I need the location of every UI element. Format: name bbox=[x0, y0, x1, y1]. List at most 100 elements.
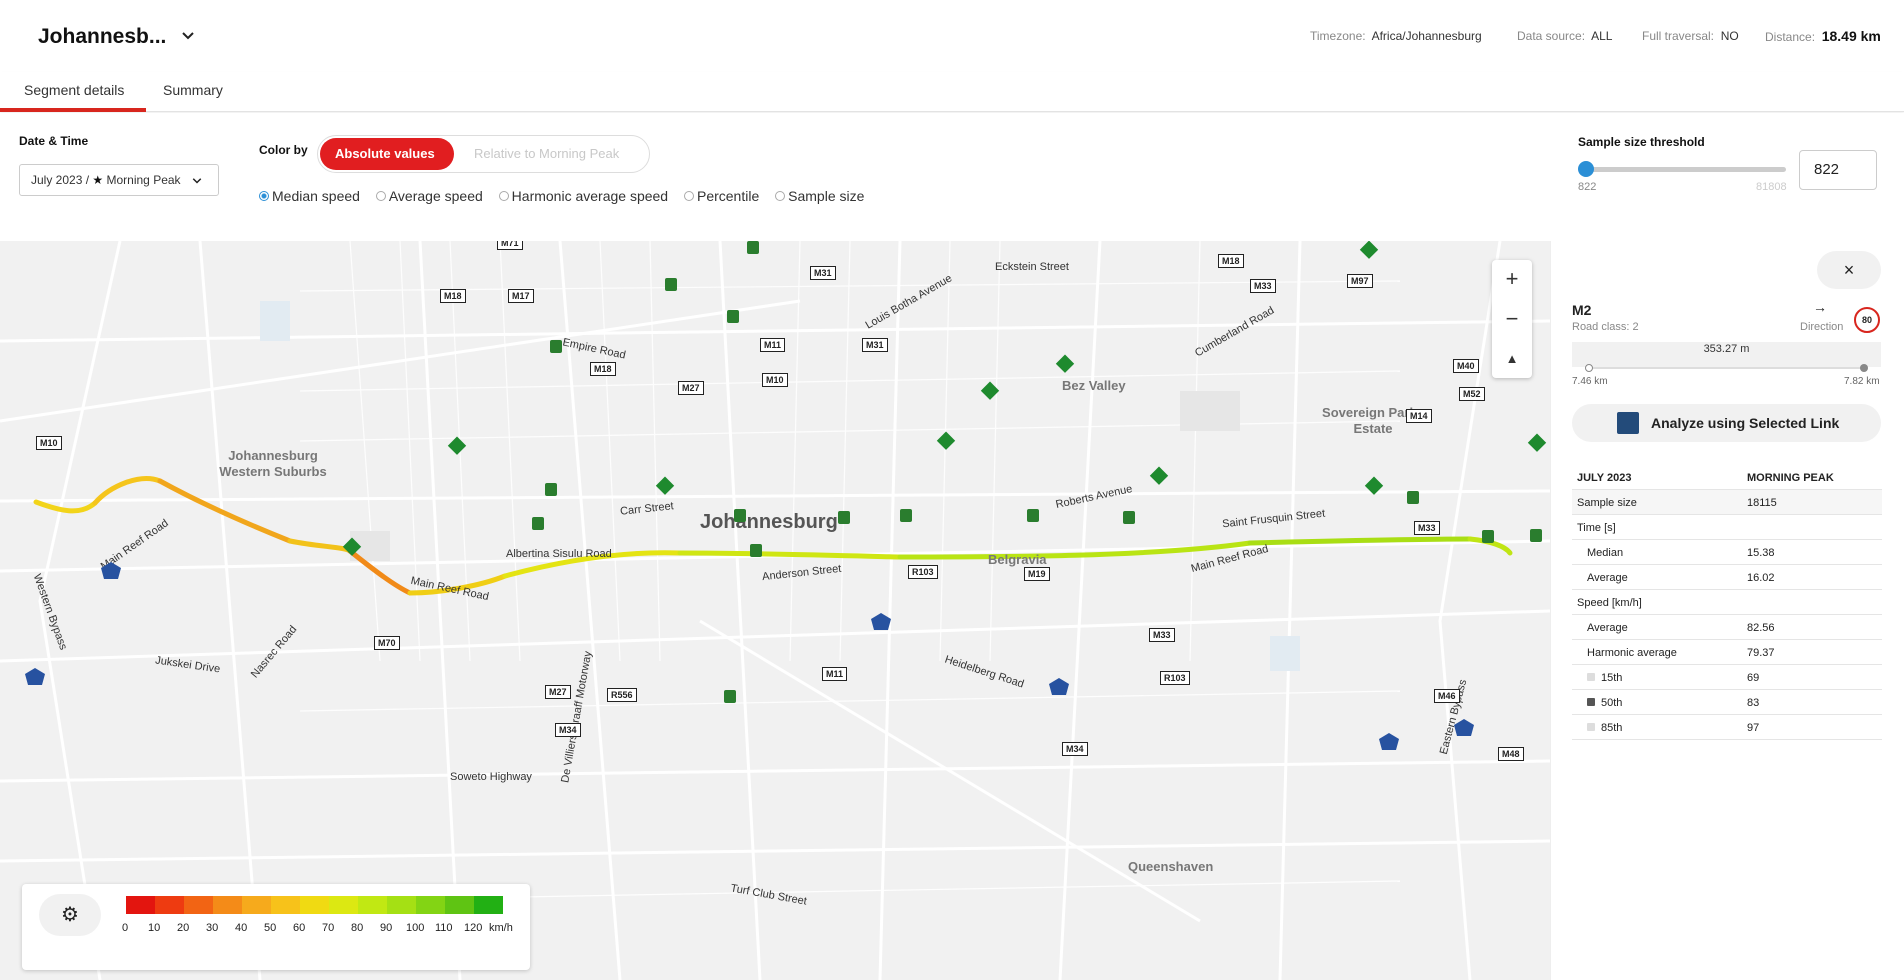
legend-swatch bbox=[155, 896, 184, 914]
row-label: 50th bbox=[1587, 697, 1622, 709]
legend-label: 30 bbox=[206, 922, 219, 934]
radio-label: Average speed bbox=[388, 188, 483, 204]
threshold-label: Sample size threshold bbox=[1578, 135, 1705, 149]
traversal-value: NO bbox=[1720, 29, 1739, 43]
city-selector-label[interactable]: Johannesb... bbox=[38, 25, 166, 49]
legend-swatch bbox=[300, 896, 329, 914]
analyze-label: Analyze using Selected Link bbox=[1651, 415, 1840, 431]
table-row: Median 15.38 bbox=[1572, 540, 1882, 565]
peak-header: MORNING PEAK bbox=[1747, 472, 1834, 484]
timezone-info: Timezone: Africa/Johannesburg bbox=[1310, 29, 1482, 43]
row-label: Sample size bbox=[1577, 497, 1637, 509]
legend-label: 0 bbox=[122, 922, 129, 934]
legend-swatch bbox=[213, 896, 242, 914]
section-label: Time [s] bbox=[1577, 522, 1616, 534]
segment-detail-panel: × M2 Road class: 2 → Direction 80 353.27… bbox=[1550, 241, 1904, 980]
segment-length: 353.27 m bbox=[1572, 342, 1881, 367]
segment-position-line bbox=[1588, 367, 1865, 369]
timezone-value: Africa/Johannesburg bbox=[1371, 29, 1482, 43]
row-label: 85th bbox=[1587, 722, 1622, 734]
row-value: 69 bbox=[1747, 672, 1760, 684]
legend-label: 110 bbox=[435, 922, 453, 934]
row-value: 18115 bbox=[1747, 497, 1777, 509]
row-label: 15th bbox=[1587, 672, 1622, 684]
percentile-label: 15th bbox=[1601, 672, 1623, 684]
map-canvas[interactable]: Johannesburg Johannesburg Western Suburb… bbox=[0, 241, 1550, 980]
metric-radio-group: Median speed Average speed Harmonic aver… bbox=[259, 188, 876, 204]
full-traversal-info: Full traversal: NO bbox=[1642, 29, 1739, 43]
section-header-row: Time [s] bbox=[1572, 515, 1882, 540]
legend-unit: km/h bbox=[489, 922, 513, 934]
legend-label: 60 bbox=[293, 922, 306, 934]
radio-icon bbox=[683, 191, 694, 201]
traversal-label: Full traversal: bbox=[1642, 29, 1715, 43]
row-value: 82.56 bbox=[1747, 622, 1775, 634]
radio-percentile[interactable]: Percentile bbox=[683, 188, 759, 204]
row-label: Median bbox=[1587, 547, 1624, 559]
speed-legend: ⚙ 0 10 20 30 40 50 60 70 80 90 100 110 1… bbox=[22, 884, 530, 970]
legend-swatch bbox=[387, 896, 416, 914]
road-class: Road class: 2 bbox=[1572, 321, 1639, 333]
table-row: 15th 69 bbox=[1572, 665, 1882, 690]
close-button[interactable]: × bbox=[1817, 251, 1881, 289]
period-header: JULY 2023 bbox=[1577, 472, 1632, 484]
percentile-swatch bbox=[1587, 698, 1595, 706]
radio-selected-icon bbox=[259, 191, 269, 201]
date-time-label: Date & Time bbox=[19, 134, 89, 148]
relative-values-button[interactable]: Relative to Morning Peak bbox=[474, 146, 619, 161]
table-row: 85th 97 bbox=[1572, 715, 1882, 740]
radio-sample-size[interactable]: Sample size bbox=[775, 188, 864, 204]
legend-swatch bbox=[358, 896, 387, 914]
map-zoom-controls: + − ▲ bbox=[1492, 260, 1532, 378]
absolute-values-button[interactable]: Absolute values bbox=[320, 138, 454, 170]
legend-swatch bbox=[416, 896, 445, 914]
radio-icon bbox=[498, 191, 509, 201]
legend-swatch bbox=[474, 896, 503, 914]
radio-label: Sample size bbox=[788, 188, 865, 204]
direction-label: Direction bbox=[1800, 321, 1844, 333]
threshold-slider-thumb[interactable] bbox=[1578, 161, 1594, 177]
analysis-icon bbox=[1617, 412, 1639, 434]
legend-label: 120 bbox=[464, 922, 483, 934]
settings-gear-icon[interactable]: ⚙ bbox=[39, 894, 101, 936]
direction-arrow-icon: → bbox=[1813, 299, 1827, 315]
tab-summary[interactable]: Summary bbox=[163, 82, 223, 98]
table-row: Average 16.02 bbox=[1572, 565, 1882, 590]
legend-label: 40 bbox=[235, 922, 248, 934]
radio-median-speed[interactable]: Median speed bbox=[259, 188, 360, 204]
legend-label: 80 bbox=[351, 922, 364, 934]
analyze-selected-link-button[interactable]: Analyze using Selected Link bbox=[1572, 404, 1881, 442]
tab-segment-details[interactable]: Segment details bbox=[24, 82, 124, 98]
legend-swatch bbox=[126, 896, 155, 914]
timezone-label: Timezone: bbox=[1310, 29, 1366, 43]
tab-bar: Segment details Summary bbox=[0, 72, 1904, 112]
filter-controls: Date & Time July 2023 / ★ Morning Peak C… bbox=[0, 113, 1904, 241]
legend-label: 90 bbox=[380, 922, 393, 934]
radio-average-speed[interactable]: Average speed bbox=[375, 188, 483, 204]
table-header-row: JULY 2023 MORNING PEAK bbox=[1572, 465, 1882, 490]
threshold-input[interactable]: 822 bbox=[1799, 150, 1877, 190]
date-time-select[interactable]: July 2023 / ★ Morning Peak bbox=[19, 164, 219, 196]
legend-swatch bbox=[242, 896, 271, 914]
distance-label: Distance: bbox=[1765, 30, 1816, 44]
legend-label: 70 bbox=[322, 922, 335, 934]
radio-harmonic-speed[interactable]: Harmonic average speed bbox=[498, 188, 668, 204]
compass-icon[interactable]: ▲ bbox=[1492, 340, 1532, 378]
zoom-in-button[interactable]: + bbox=[1492, 260, 1532, 298]
percentile-swatch bbox=[1587, 723, 1595, 731]
active-tab-indicator bbox=[0, 108, 146, 112]
row-value: 16.02 bbox=[1747, 572, 1775, 584]
source-label: Data source: bbox=[1517, 29, 1586, 43]
color-mode-toggle: Absolute values Relative to Morning Peak bbox=[317, 135, 650, 173]
threshold-slider-track[interactable] bbox=[1586, 167, 1786, 172]
zoom-out-button[interactable]: − bbox=[1492, 300, 1532, 338]
marker-layer bbox=[25, 241, 1547, 750]
legend-label: 10 bbox=[148, 922, 161, 934]
table-row: 50th 83 bbox=[1572, 690, 1882, 715]
row-label: Harmonic average bbox=[1587, 647, 1677, 659]
radio-label: Median speed bbox=[272, 188, 360, 204]
peak-value: Morning Peak bbox=[106, 173, 181, 187]
segment-end-marker bbox=[1860, 364, 1868, 372]
chevron-down-icon[interactable] bbox=[180, 28, 196, 44]
star-icon: ★ bbox=[92, 173, 104, 187]
